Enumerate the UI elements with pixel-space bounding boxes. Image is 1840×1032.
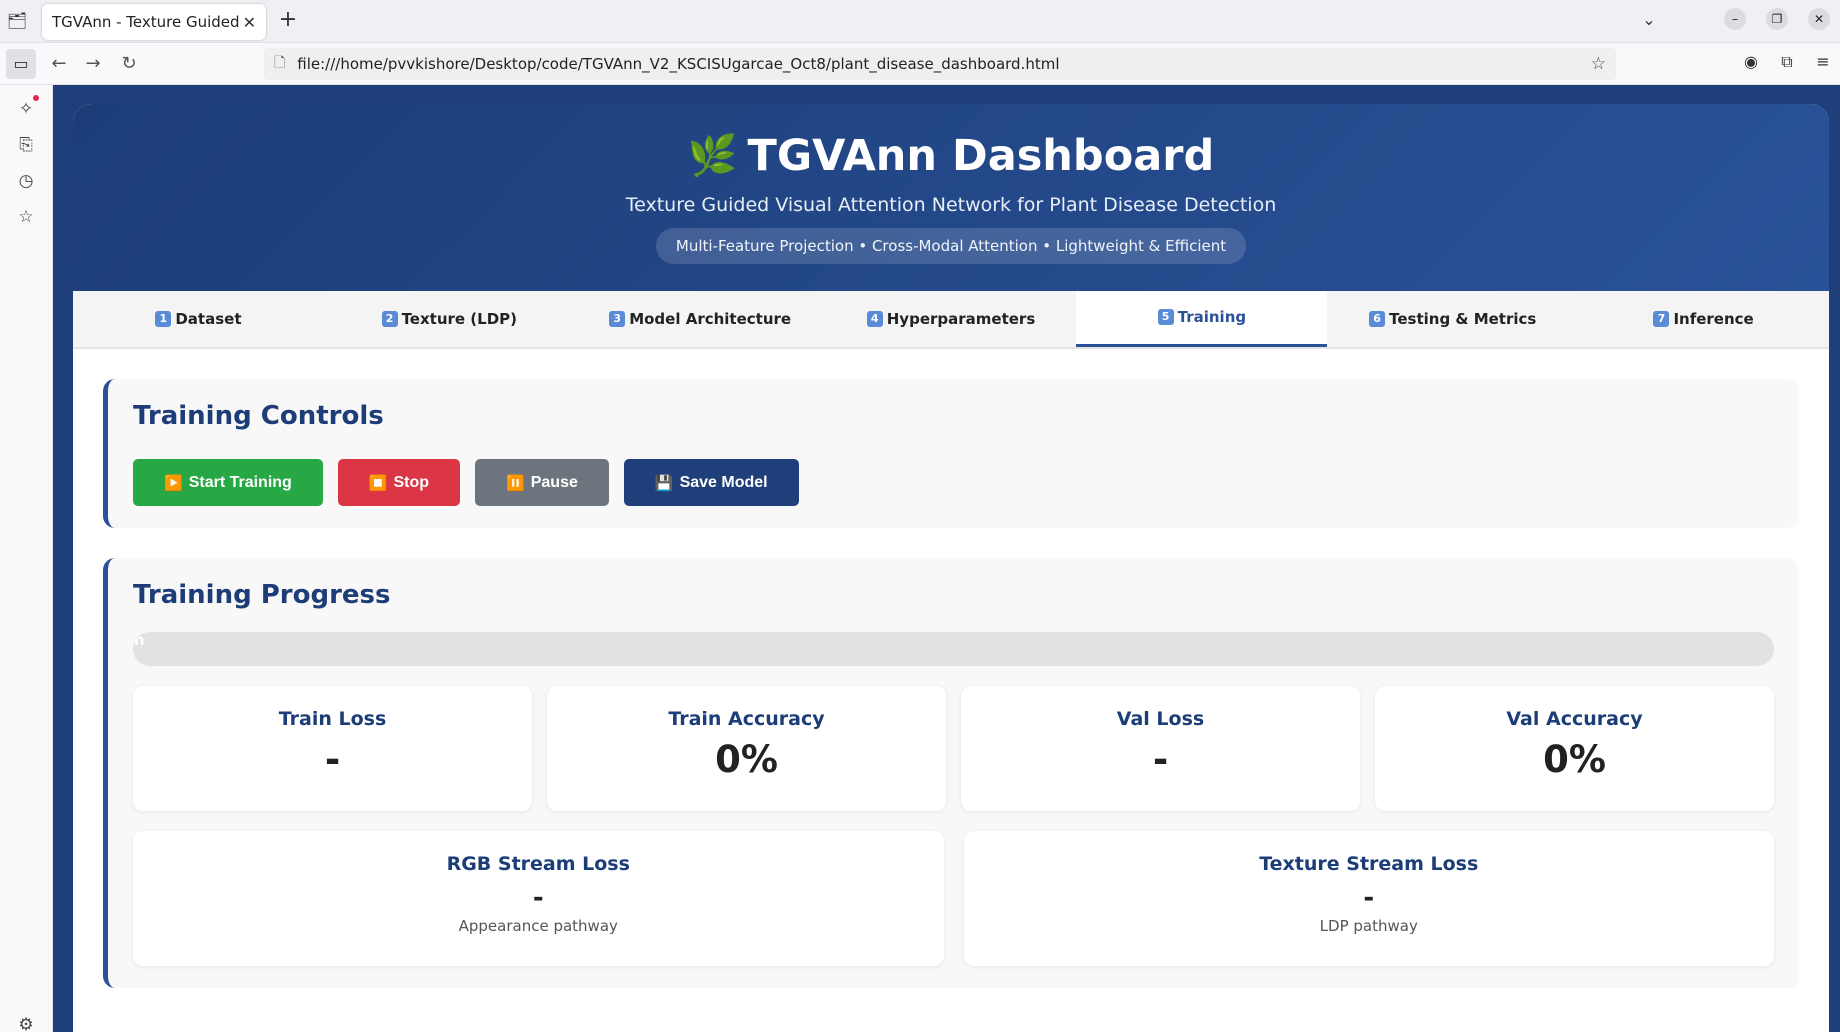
chevron-down-icon[interactable]: ⌄	[1634, 10, 1664, 29]
metric-value: -	[532, 883, 544, 913]
bookmark-star-icon[interactable]: ☆	[1591, 54, 1606, 74]
metric-label: Val Loss	[1116, 708, 1205, 730]
tab-texture[interactable]: 2 Texture (LDP)	[324, 291, 575, 347]
pause-icon: ⏸️	[506, 474, 525, 492]
training-progress-card: Training Progress ch 0 Train Loss - Trai…	[103, 558, 1799, 988]
training-buttons: ▶️ Start Training ⏹️ Stop ⏸️ Pause 💾 Save Mo…	[133, 459, 1774, 506]
stop-button[interactable]: ⏹️ Stop	[337, 459, 461, 506]
page-viewport: 🌿 TGVAnn Dashboard Texture Guided Visual…	[54, 85, 1840, 1032]
feature-tagline: Multi-Feature Projection • Cross-Modal A…	[655, 228, 1247, 264]
account-icon[interactable]: ◉	[1740, 51, 1762, 73]
metric-label: Train Accuracy	[668, 708, 825, 730]
tab-list-icon[interactable]: 🗂	[6, 10, 28, 32]
page-title: 🌿 TGVAnn Dashboard	[73, 130, 1829, 182]
metric-caption: Appearance pathway	[458, 917, 618, 935]
new-tab-button[interactable]: +	[276, 9, 300, 33]
url-text[interactable]: file:///home/pvvkishore/Desktop/code/TGV…	[297, 55, 1590, 73]
tab-hyperparameters[interactable]: 4 Hyperparameters	[826, 291, 1077, 347]
metric-label: Train Loss	[278, 708, 387, 730]
stream-loss-grid: RGB Stream Loss - Appearance pathway Tex…	[133, 831, 1774, 966]
leaf-icon: 🌿	[687, 133, 738, 179]
minimize-icon[interactable]: –	[1724, 8, 1746, 30]
metric-value: -	[324, 738, 341, 781]
sidebar-toggle-icon[interactable]: ▭	[6, 49, 36, 79]
forward-icon[interactable]: →	[80, 51, 106, 77]
restore-icon[interactable]: ❐	[1766, 8, 1788, 30]
page-subtitle: Texture Guided Visual Attention Network …	[625, 194, 1277, 216]
train-loss-card: Train Loss -	[133, 686, 532, 811]
page-info-icon[interactable]: 🗋	[274, 52, 285, 76]
tab-training[interactable]: 5 Training	[1076, 291, 1328, 347]
training-controls-title: Training Controls	[133, 401, 384, 431]
tab-model-architecture[interactable]: 3 Model Architecture	[575, 291, 826, 347]
progress-label: ch 0	[133, 632, 145, 666]
history-icon[interactable]: ◷	[14, 169, 38, 193]
browser-tab-active[interactable]: TGVAnn - Texture Guided Vis ✕	[42, 4, 266, 40]
metrics-grid: Train Loss - Train Accuracy 0% Val Loss …	[133, 686, 1774, 811]
dashboard-tabs: 1 Dataset 2 Texture (LDP) 3 Model Architect…	[73, 291, 1829, 349]
dashboard-header: 🌿 TGVAnn Dashboard Texture Guided Visual…	[73, 104, 1829, 291]
train-accuracy-card: Train Accuracy 0%	[547, 686, 946, 811]
pause-button[interactable]: ⏸️ Pause	[475, 459, 609, 506]
tab-inference[interactable]: 7 Inference	[1578, 291, 1829, 347]
floppy-disk-icon: 💾	[654, 474, 674, 492]
metric-value: -	[1152, 738, 1169, 781]
notification-dot	[33, 95, 39, 101]
browser-tab-title: TGVAnn - Texture Guided Vis	[52, 13, 239, 31]
url-bar[interactable]: 🗋 file:///home/pvvkishore/Desktop/code/T…	[264, 48, 1616, 80]
menu-icon[interactable]: ≡	[1812, 51, 1834, 73]
bookmarks-icon[interactable]: ☆	[14, 205, 38, 229]
rgb-stream-loss-card: RGB Stream Loss - Appearance pathway	[133, 831, 944, 966]
save-model-button[interactable]: 💾 Save Model	[623, 459, 799, 506]
training-progress-title: Training Progress	[133, 580, 391, 610]
close-window-icon[interactable]: ✕	[1808, 8, 1830, 30]
dashboard-container: 🌿 TGVAnn Dashboard Texture Guided Visual…	[73, 104, 1829, 1032]
tab-testing-metrics[interactable]: 6 Testing & Metrics	[1327, 291, 1578, 347]
metric-label: RGB Stream Loss	[446, 853, 630, 875]
metric-value: 0%	[1543, 738, 1606, 781]
val-loss-card: Val Loss -	[961, 686, 1360, 811]
settings-gear-icon[interactable]: ⚙	[14, 1013, 38, 1032]
toolbar-right: ◉ ⧉ ≡	[1740, 51, 1834, 73]
metric-value: 0%	[715, 738, 778, 781]
window-controls: ⌄ – ❐ ✕	[1634, 8, 1830, 30]
synced-tabs-icon[interactable]: ⎘	[14, 133, 38, 157]
epoch-progress-bar: ch 0	[133, 632, 1774, 666]
close-tab-icon[interactable]: ✕	[243, 13, 256, 32]
metric-value: -	[1363, 883, 1375, 913]
metric-label: Val Accuracy	[1506, 708, 1643, 730]
texture-stream-loss-card: Texture Stream Loss - LDP pathway	[963, 831, 1774, 966]
play-icon: ▶️	[164, 474, 183, 492]
browser-nav-bar: ▭ ← → ↻ 🗋 file:///home/pvvkishore/Deskto…	[0, 43, 1840, 85]
training-panel: Training Controls ▶️ Start Training ⏹️ Sto…	[73, 349, 1829, 988]
page-title-text: TGVAnn Dashboard	[747, 131, 1215, 181]
browser-tab-bar: 🗂 TGVAnn - Texture Guided Vis ✕ + ⌄ – ❐ …	[0, 0, 1840, 43]
browser-sidebar: ✧ ⎘ ◷ ☆ ⚙	[0, 85, 53, 1032]
metric-caption: LDP pathway	[1319, 917, 1418, 935]
stop-icon: ⏹️	[368, 474, 388, 492]
start-training-button[interactable]: ▶️ Start Training	[133, 459, 323, 506]
tab-dataset[interactable]: 1 Dataset	[73, 291, 324, 347]
reload-icon[interactable]: ↻	[116, 51, 142, 77]
training-controls-card: Training Controls ▶️ Start Training ⏹️ Sto…	[103, 379, 1799, 528]
val-accuracy-card: Val Accuracy 0%	[1375, 686, 1774, 811]
metric-label: Texture Stream Loss	[1259, 853, 1479, 875]
back-icon[interactable]: ←	[46, 51, 72, 77]
extensions-icon[interactable]: ⧉	[1776, 51, 1798, 73]
